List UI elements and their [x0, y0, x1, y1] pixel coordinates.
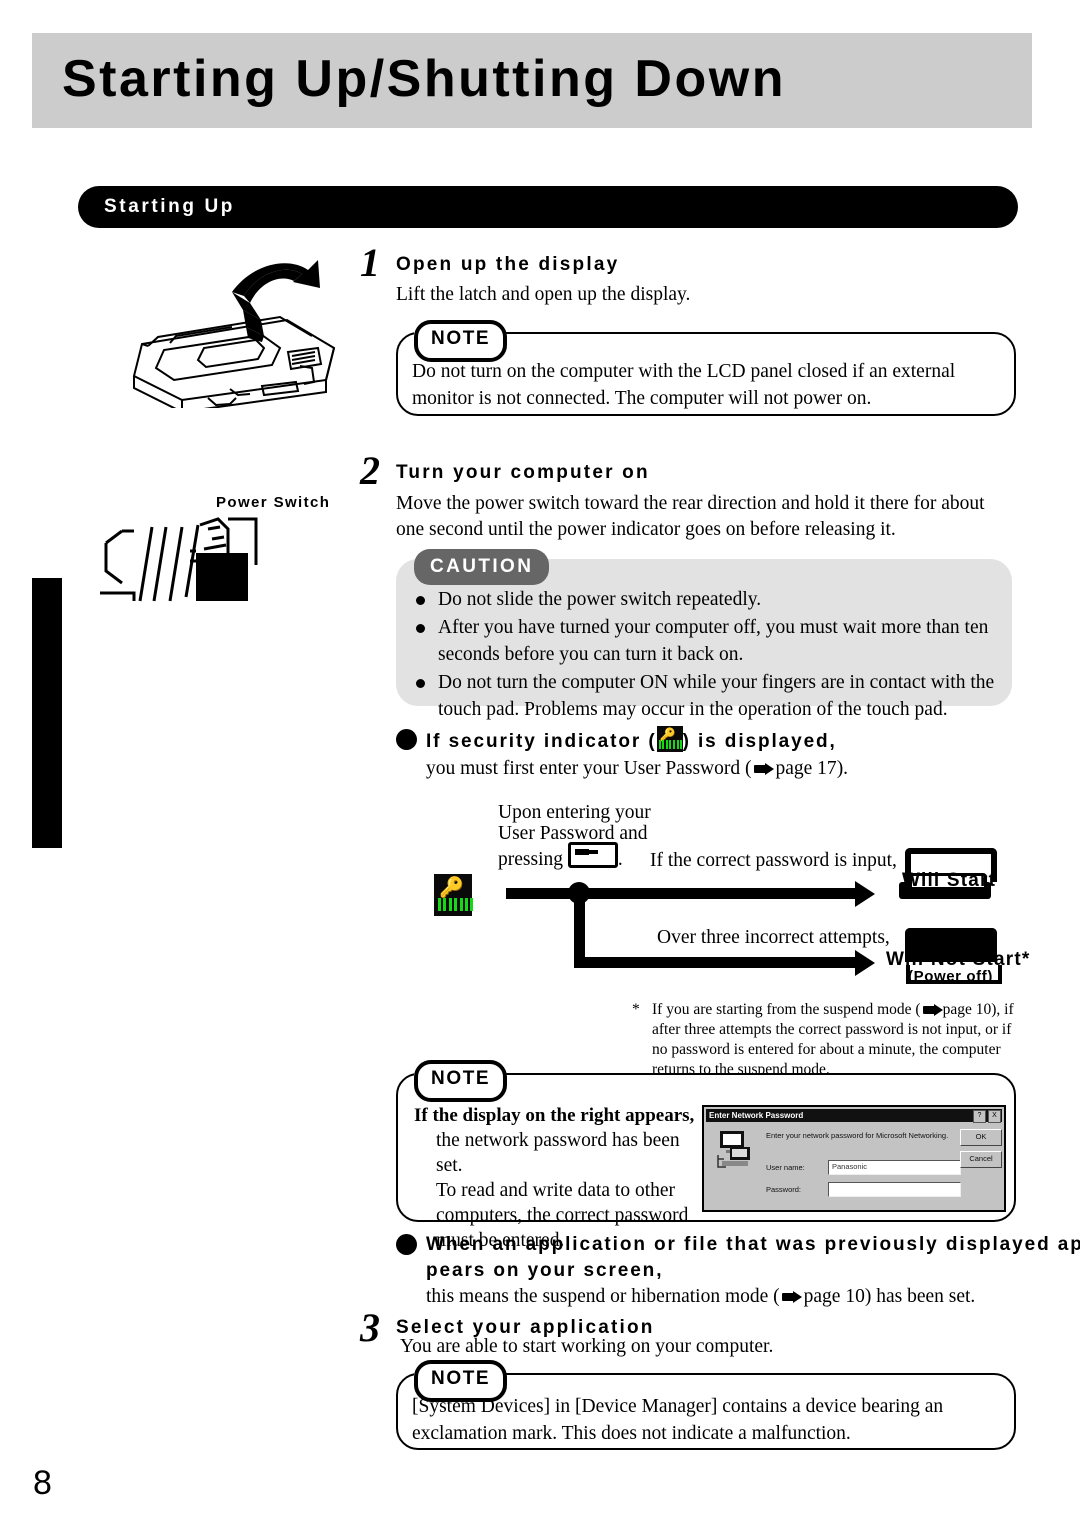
dialog-message: Enter your network password for Microsof… [766, 1131, 949, 1140]
footnote-marker: * [632, 1001, 640, 1018]
security-heading-part1: If security indicator ( [426, 731, 657, 752]
note-tag-2: NOTE [414, 1060, 508, 1102]
note-tag-3: NOTE [414, 1360, 508, 1402]
step-2-heading: Turn your computer on [396, 462, 650, 483]
bullet-dot-application [396, 1234, 417, 1255]
power-switch-illustration [100, 517, 258, 602]
security-indicator-body: you must first enter your User Password … [426, 756, 1026, 782]
network-computer-icon [717, 1131, 750, 1168]
pointer-icon [781, 1291, 802, 1303]
step-1-body: Lift the latch and open up the display. [396, 284, 691, 305]
security-indicator-heading: If security indicator ( 🔑 ) is displayed… [426, 726, 1026, 756]
password-input[interactable] [828, 1182, 961, 1197]
flow-arrow-correct [855, 881, 875, 907]
footnote-text: If you are starting from the suspend mod… [652, 1000, 1016, 1080]
step-2-body: Move the power switch toward the rear di… [396, 493, 985, 540]
network-note-line: must be entered. [436, 1230, 565, 1251]
network-note-line: computers, the correct password [436, 1205, 689, 1226]
ok-button[interactable]: OK [960, 1129, 1002, 1146]
enter-key-icon [567, 842, 618, 868]
step-3-number: 3 [360, 1305, 380, 1350]
flow-arrow-fail [855, 950, 875, 976]
security-indicator-icon-flow: 🔑 [434, 874, 474, 916]
flow-fail-sub: (Power off) [908, 968, 993, 985]
flow-branch-horizontal [574, 957, 856, 968]
network-note-body: the network password has been set. To re… [436, 1128, 694, 1253]
dialog-title-buttons[interactable]: ? X [973, 1110, 1001, 1123]
chapter-index-tab [32, 578, 62, 848]
username-input[interactable]: Panasonic [828, 1160, 961, 1175]
page-title: Starting Up/Shutting Down [62, 50, 786, 108]
help-button[interactable]: ? [973, 1110, 986, 1123]
section-title: Starting Up [104, 196, 235, 217]
flow-correct-label: If the correct password is input, [650, 850, 897, 871]
flow-fail-label: Over three incorrect attempts, [657, 927, 890, 948]
security-body-page-ref: page 17 [775, 758, 837, 779]
footnote-before: If you are starting from the suspend mod… [652, 1001, 921, 1018]
close-button[interactable]: X [988, 1110, 1001, 1123]
application-body-before: this means the suspend or hibernation mo… [426, 1286, 780, 1307]
pointer-icon [753, 763, 774, 775]
caution-tag: CAUTION [414, 549, 550, 585]
laptop-opening-illustration [132, 260, 336, 408]
flow-intro-before: pressing [498, 849, 563, 870]
flow-correct-result: Will Start [902, 870, 997, 891]
flow-intro-after: . [617, 849, 623, 870]
password-label: Password: [766, 1185, 802, 1194]
step-2-number: 2 [360, 448, 380, 493]
application-body-page-ref: page 10 [803, 1286, 865, 1307]
step-1-number: 1 [360, 240, 380, 285]
page-number: 8 [33, 1464, 52, 1502]
caution-item: After you have turned your computer off,… [412, 614, 1002, 668]
security-body-after: ). [836, 758, 849, 779]
note-text-device-manager: [System Devices] in [Device Manager] con… [412, 1396, 944, 1444]
cancel-button[interactable]: Cancel [960, 1151, 1002, 1168]
key-glyph: 🔑 [439, 875, 464, 899]
security-body-before: you must first enter your User Password … [426, 758, 752, 779]
network-note-line: To read and write data to other [436, 1180, 676, 1201]
bullet-dot-security [396, 729, 417, 750]
caution-item: Do not slide the power switch repeatedly… [412, 586, 1002, 613]
indicator-bars [658, 740, 683, 749]
network-note-line: the network password has been set. [436, 1130, 680, 1176]
security-indicator-icon: 🔑 [656, 726, 683, 752]
caution-item: Do not turn the computer ON while your f… [412, 669, 1002, 723]
note-text-lcd: Do not turn on the computer with the LCD… [412, 361, 956, 409]
security-heading-part2: ) is displayed, [682, 731, 837, 752]
indicator-bars [438, 898, 474, 911]
note-tag-1: NOTE [414, 320, 508, 362]
pointer-icon [922, 1004, 943, 1016]
network-note-bold: If the display on the right appears, [414, 1105, 695, 1126]
dialog-title: Enter Network Password [706, 1109, 1002, 1122]
application-heading-line2: pears on your screen, [426, 1260, 664, 1281]
application-body-after: ) has been set. [864, 1286, 976, 1307]
manual-page: Starting Up/Shutting Down Starting Up 1 … [0, 0, 1080, 1528]
username-label: User name: [766, 1163, 805, 1172]
footnote-page-ref: page 10 [942, 1001, 992, 1018]
enter-network-password-dialog: Enter Network Password ? X Enter your ne… [702, 1105, 1006, 1212]
step-1-heading: Open up the display [396, 254, 620, 275]
step-3-body: You are able to start working on your co… [400, 1336, 774, 1357]
flow-main-line [506, 888, 856, 899]
application-body: this means the suspend or hibernation mo… [426, 1284, 1026, 1310]
caution-list: Do not slide the power switch repeatedly… [412, 586, 1002, 724]
